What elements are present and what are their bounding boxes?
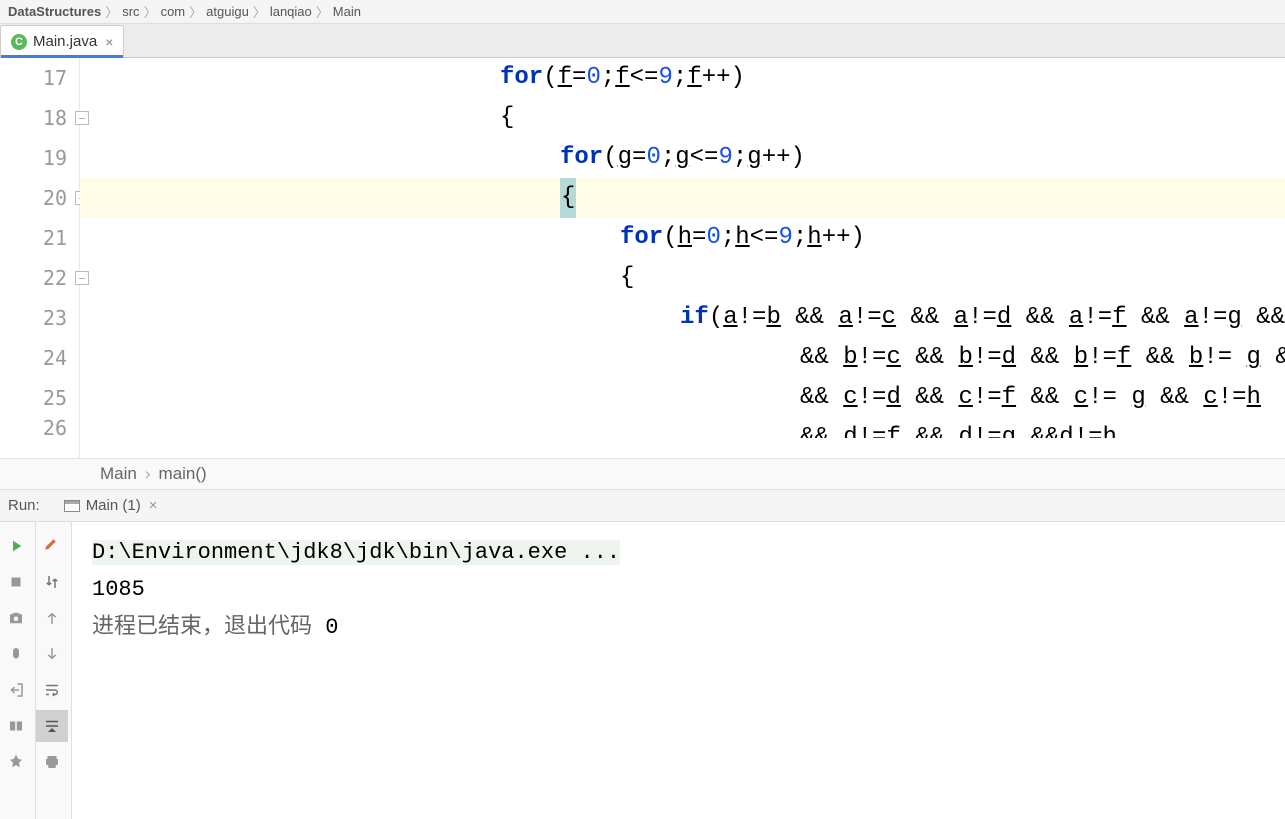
chevron-right-icon: 〉	[105, 2, 118, 21]
gutter-line[interactable]: 23	[0, 298, 79, 338]
code-editor[interactable]: 1718–1920–2122–23242526 for(f=0;f<=9;f++…	[0, 58, 1285, 458]
stop-button[interactable]	[0, 566, 32, 598]
down-arrow-icon[interactable]	[36, 638, 68, 670]
gutter-line[interactable]: 25	[0, 378, 79, 418]
chevron-right-icon: 〉	[316, 2, 329, 21]
console-output[interactable]: D:\Environment\jdk8\jdk\bin\java.exe ...…	[72, 522, 1285, 819]
code-line[interactable]: for(g=0;g<=9;g++)	[80, 138, 1285, 178]
gutter-line[interactable]: 17	[0, 58, 79, 98]
debug-icon[interactable]	[0, 638, 32, 670]
breadcrumb-item[interactable]: src	[122, 4, 139, 19]
wrap-icon[interactable]	[36, 674, 68, 706]
breadcrumb-item[interactable]: atguigu	[206, 4, 249, 19]
breadcrumb-item[interactable]: com	[161, 4, 186, 19]
chevron-right-icon: 〉	[253, 2, 266, 21]
run-config-tab[interactable]: Main (1) ×	[56, 493, 166, 518]
editor-tab-bar: C Main.java ×	[0, 24, 1285, 58]
code-line[interactable]: && b!=c && b!=d && b!=f && b!= g &&	[80, 338, 1285, 378]
edit-icon[interactable]	[36, 530, 68, 562]
exit-icon[interactable]	[0, 674, 32, 706]
breadcrumb-item[interactable]: Main	[333, 4, 361, 19]
chevron-right-icon: 〉	[144, 2, 157, 21]
gutter-line[interactable]: 26	[0, 418, 79, 438]
code-line[interactable]: for(f=0;f<=9;f++)	[80, 58, 1285, 98]
run-actions-primary	[0, 522, 36, 819]
tab-label: Main.java	[33, 33, 97, 50]
run-tab-label: Main (1)	[86, 497, 141, 514]
run-toolwindow-header: Run: Main (1) ×	[0, 490, 1285, 522]
layout-icon[interactable]	[0, 710, 32, 742]
line-gutter: 1718–1920–2122–23242526	[0, 58, 80, 458]
exit-message: 进程已结束，退出代码 0	[92, 609, 1265, 646]
print-icon[interactable]	[36, 746, 68, 778]
sort-icon[interactable]	[36, 566, 68, 598]
gutter-line[interactable]: 20–	[0, 178, 79, 218]
close-icon[interactable]: ×	[105, 34, 113, 50]
project-breadcrumb: DataStructures 〉 src 〉 com 〉 atguigu 〉 l…	[0, 0, 1285, 24]
command-line: D:\Environment\jdk8\jdk\bin\java.exe ...	[92, 540, 620, 565]
gutter-line[interactable]: 22–	[0, 258, 79, 298]
close-icon[interactable]: ×	[149, 497, 158, 514]
run-label: Run:	[8, 497, 40, 514]
code-line[interactable]: {	[80, 178, 1285, 218]
breadcrumb-item[interactable]: lanqiao	[270, 4, 312, 19]
gutter-line[interactable]: 21	[0, 218, 79, 258]
code-line[interactable]: if(a!=b && a!=c && a!=d && a!=f && a!=g …	[80, 298, 1285, 338]
gutter-line[interactable]: 18–	[0, 98, 79, 138]
crumb-class[interactable]: Main	[100, 464, 137, 484]
up-arrow-icon[interactable]	[36, 602, 68, 634]
crumb-method[interactable]: main()	[159, 464, 207, 484]
code-line[interactable]: {	[80, 98, 1285, 138]
editor-tab-main[interactable]: C Main.java ×	[0, 25, 124, 57]
run-actions-secondary	[36, 522, 72, 819]
application-icon	[64, 500, 80, 512]
scroll-to-end-icon[interactable]	[36, 710, 68, 742]
chevron-right-icon: 〉	[189, 2, 202, 21]
structure-breadcrumb: Main › main()	[0, 458, 1285, 490]
code-line[interactable]: {	[80, 258, 1285, 298]
chevron-right-icon: ›	[145, 464, 151, 484]
gutter-line[interactable]: 19	[0, 138, 79, 178]
gutter-line[interactable]: 24	[0, 338, 79, 378]
camera-icon[interactable]	[0, 602, 32, 634]
rerun-button[interactable]	[0, 530, 32, 562]
code-line[interactable]: for(h=0;h<=9;h++)	[80, 218, 1285, 258]
code-line[interactable]: && d!=f && d!=g &&d!=h	[80, 418, 1285, 438]
run-console: D:\Environment\jdk8\jdk\bin\java.exe ...…	[0, 522, 1285, 819]
code-content[interactable]: for(f=0;f<=9;f++){for(g=0;g<=9;g++){for(…	[80, 58, 1285, 458]
class-icon: C	[11, 34, 27, 50]
breadcrumb-item[interactable]: DataStructures	[8, 4, 101, 19]
program-output: 1085	[92, 571, 1265, 608]
pin-icon[interactable]	[0, 746, 32, 778]
code-line[interactable]: && c!=d && c!=f && c!= g && c!=h	[80, 378, 1285, 418]
